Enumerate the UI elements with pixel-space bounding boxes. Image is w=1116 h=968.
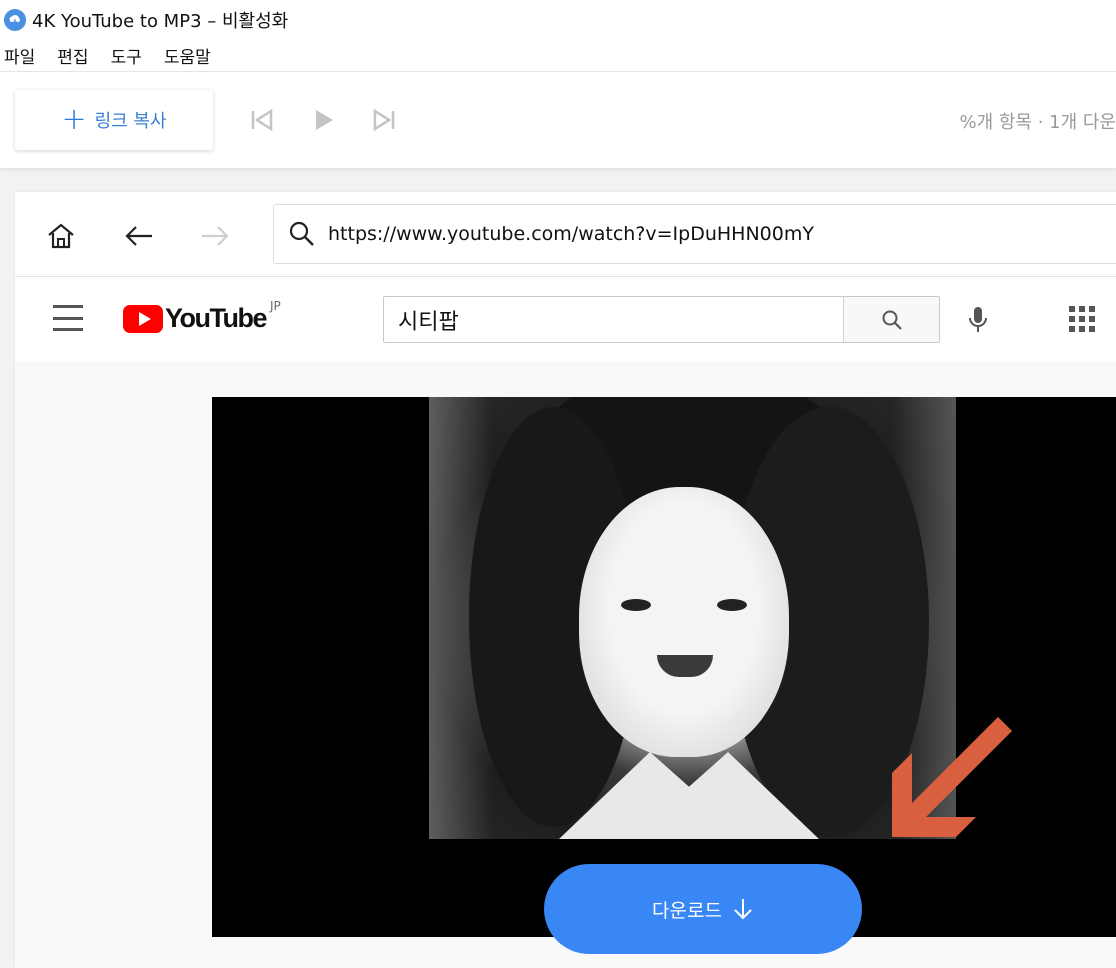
menu-bar: 파일 편집 도구 도움말	[0, 40, 1116, 72]
browser-panel: https://www.youtube.com/watch?v=IpDuHHN0…	[15, 192, 1116, 968]
youtube-search-box: 시티팝	[383, 296, 940, 343]
home-icon[interactable]	[43, 218, 79, 254]
menu-tools[interactable]: 도구	[111, 43, 142, 68]
app-logo-icon	[4, 9, 26, 31]
apps-grid-icon[interactable]	[1069, 306, 1095, 332]
youtube-logo-text: YouTube	[165, 303, 267, 333]
toolbar: + 링크 복사 %개 항목 · 1개 다운	[0, 72, 1116, 168]
play-icon[interactable]	[310, 106, 338, 134]
pointing-arrow-icon	[892, 717, 1012, 837]
forward-arrow-icon[interactable]	[197, 218, 233, 254]
back-arrow-icon[interactable]	[121, 218, 157, 254]
search-icon	[882, 310, 902, 330]
youtube-header: YouTube JP 시티팝	[15, 277, 1116, 361]
download-button-label: 다운로드	[652, 899, 722, 922]
menu-edit[interactable]: 편집	[57, 43, 88, 68]
youtube-search-button[interactable]	[843, 297, 939, 342]
microphone-icon[interactable]	[963, 305, 993, 335]
youtube-play-icon	[123, 304, 163, 333]
menu-help[interactable]: 도움말	[164, 43, 211, 68]
window-title: 4K YouTube to MP3 – 비활성화	[32, 11, 289, 32]
skip-previous-icon[interactable]	[248, 106, 276, 134]
menu-file[interactable]: 파일	[4, 43, 35, 68]
portrait-face	[579, 487, 789, 757]
video-player[interactable]	[212, 397, 1116, 937]
download-status-text: %개 항목 · 1개 다운	[959, 112, 1116, 133]
youtube-search-input[interactable]: 시티팝	[384, 297, 843, 342]
youtube-logo[interactable]: YouTube JP	[123, 299, 281, 334]
browser-navbar: https://www.youtube.com/watch?v=IpDuHHN0…	[15, 192, 1116, 277]
youtube-country-code: JP	[269, 299, 281, 313]
skip-next-icon[interactable]	[370, 106, 398, 134]
plus-icon: +	[61, 102, 87, 137]
url-text: https://www.youtube.com/watch?v=IpDuHHN0…	[328, 223, 814, 245]
paste-link-label: 링크 복사	[94, 111, 167, 132]
download-button[interactable]: 다운로드	[544, 864, 862, 954]
arrow-down-icon	[734, 899, 752, 920]
video-thumbnail	[429, 397, 956, 839]
title-bar: 4K YouTube to MP3 – 비활성화	[0, 0, 1116, 40]
app-window: 4K YouTube to MP3 – 비활성화 파일 편집 도구 도움말 + …	[0, 0, 1116, 968]
paste-link-button[interactable]: + 링크 복사	[15, 90, 213, 150]
url-bar[interactable]: https://www.youtube.com/watch?v=IpDuHHN0…	[273, 204, 1116, 264]
hamburger-menu-icon[interactable]	[53, 305, 83, 331]
search-icon	[289, 221, 314, 246]
